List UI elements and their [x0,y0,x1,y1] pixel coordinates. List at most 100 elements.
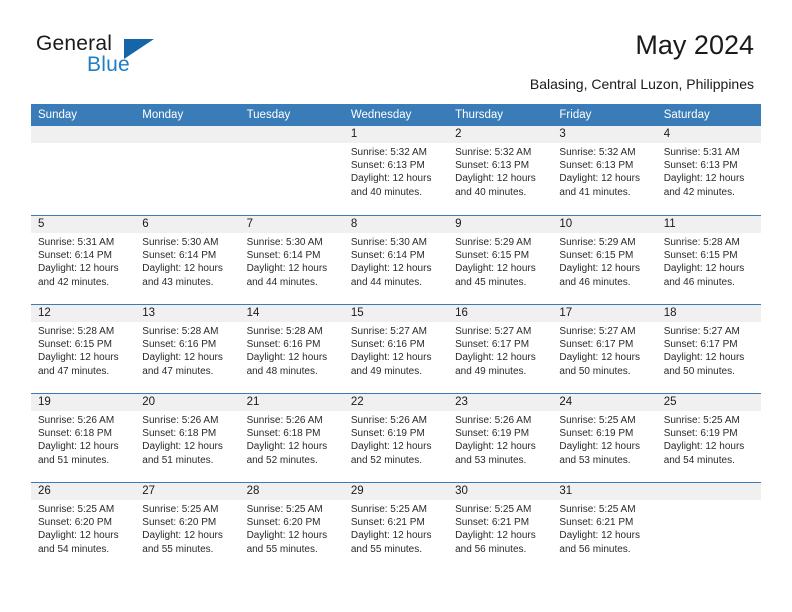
calendar-day-cell[interactable]: 19 Sunrise: 5:26 AM Sunset: 6:18 PM Dayligh… [31,394,136,482]
calendar-day-cell[interactable]: 30 Sunrise: 5:25 AM Sunset: 6:21 PM Dayligh… [448,483,553,571]
calendar-day-cell-empty [135,126,240,215]
calendar-day-cell[interactable]: 27 Sunrise: 5:25 AM Sunset: 6:20 PM Dayligh… [135,483,240,571]
sunset-text: Sunset: 6:15 PM [455,250,530,262]
day-details: Sunrise: 5:31 AM Sunset: 6:13 PM Daylight:… [657,143,761,199]
day-number: 16 [448,305,553,322]
calendar-day-cell[interactable]: 17 Sunrise: 5:27 AM Sunset: 6:17 PM Dayligh… [552,305,657,393]
daylight-text: Daylight: 12 hours and 55 minutes. [350,530,432,555]
day-details: Sunrise: 5:30 AM Sunset: 6:14 PM Daylight:… [135,233,239,289]
calendar-day-cell[interactable]: 5 Sunrise: 5:31 AM Sunset: 6:14 PM Daylight… [31,216,136,304]
day-details: Sunrise: 5:30 AM Sunset: 6:14 PM Daylight:… [344,233,448,289]
calendar-day-cell[interactable]: 7 Sunrise: 5:30 AM Sunset: 6:14 PM Daylight… [239,216,344,304]
day-number: 14 [239,305,344,322]
day-details: Sunrise: 5:26 AM Sunset: 6:18 PM Daylight:… [240,411,344,467]
calendar-day-cell[interactable]: 29 Sunrise: 5:25 AM Sunset: 6:21 PM Dayligh… [343,483,449,571]
sunrise-text: Sunrise: 5:30 AM [350,237,427,248]
calendar-day-cell[interactable]: 15 Sunrise: 5:27 AM Sunset: 6:16 PM Dayligh… [343,305,449,393]
calendar-day-cell[interactable]: 2 Sunrise: 5:32 AM Sunset: 6:13 PM Daylight… [448,126,553,215]
sunrise-text: Sunrise: 5:30 AM [246,237,323,248]
sunset-text: Sunset: 6:14 PM [350,250,425,262]
calendar-day-cell[interactable]: 25 Sunrise: 5:25 AM Sunset: 6:19 PM Dayligh… [656,394,761,482]
calendar-day-cell[interactable]: 21 Sunrise: 5:26 AM Sunset: 6:18 PM Dayligh… [239,394,344,482]
sunset-text: Sunset: 6:14 PM [142,250,217,262]
day-number [31,126,136,143]
sunrise-text: Sunrise: 5:25 AM [246,504,323,515]
daylight-text: Daylight: 12 hours and 40 minutes. [455,173,536,198]
sunset-text: Sunset: 6:16 PM [350,339,425,351]
day-number: 31 [552,483,657,500]
daylight-text: Daylight: 12 hours and 44 minutes. [246,263,328,288]
day-details: Sunrise: 5:31 AM Sunset: 6:14 PM Daylight:… [31,233,135,289]
day-details: Sunrise: 5:26 AM Sunset: 6:18 PM Daylight:… [135,411,239,467]
day-number: 30 [448,483,553,500]
calendar-day-cell[interactable]: 1 Sunrise: 5:32 AM Sunset: 6:13 PM Daylight… [343,126,449,215]
day-details: Sunrise: 5:25 AM Sunset: 6:19 PM Daylight:… [552,411,656,467]
daylight-text: Daylight: 12 hours and 44 minutes. [350,263,432,288]
day-details: Sunrise: 5:28 AM Sunset: 6:15 PM Daylight:… [657,233,761,289]
sunrise-text: Sunrise: 5:25 AM [663,415,740,426]
sunset-text: Sunset: 6:14 PM [38,250,112,262]
daylight-text: Daylight: 12 hours and 49 minutes. [350,352,432,377]
calendar-day-cell[interactable]: 22 Sunrise: 5:26 AM Sunset: 6:19 PM Dayligh… [343,394,449,482]
daylight-text: Daylight: 12 hours and 55 minutes. [142,530,223,555]
calendar-day-cell[interactable]: 6 Sunrise: 5:30 AM Sunset: 6:14 PM Daylight… [135,216,240,304]
calendar-day-cell[interactable]: 12 Sunrise: 5:28 AM Sunset: 6:15 PM Dayligh… [31,305,136,393]
sunset-text: Sunset: 6:19 PM [350,428,425,440]
calendar-day-cell[interactable]: 11 Sunrise: 5:28 AM Sunset: 6:15 PM Dayligh… [656,216,761,304]
sunset-text: Sunset: 6:20 PM [38,517,112,529]
sunrise-text: Sunrise: 5:32 AM [559,147,636,158]
daylight-text: Daylight: 12 hours and 52 minutes. [350,441,432,466]
day-number: 4 [656,126,761,143]
sunrise-text: Sunrise: 5:27 AM [663,326,740,337]
calendar-day-cell[interactable]: 23 Sunrise: 5:26 AM Sunset: 6:19 PM Dayligh… [448,394,553,482]
daylight-text: Daylight: 12 hours and 47 minutes. [38,352,119,377]
day-details: Sunrise: 5:28 AM Sunset: 6:15 PM Daylight:… [31,322,135,378]
day-number: 25 [656,394,761,411]
generalblue-logo[interactable]: General Blue [36,32,166,84]
day-number: 12 [31,305,136,322]
daylight-text: Daylight: 12 hours and 51 minutes. [142,441,223,466]
day-number: 21 [239,394,344,411]
calendar-day-cell[interactable]: 3 Sunrise: 5:32 AM Sunset: 6:13 PM Daylight… [552,126,657,215]
calendar-day-cell[interactable]: 4 Sunrise: 5:31 AM Sunset: 6:13 PM Daylight… [656,126,761,215]
calendar-day-cell[interactable]: 16 Sunrise: 5:27 AM Sunset: 6:17 PM Dayligh… [448,305,553,393]
sunset-text: Sunset: 6:21 PM [455,517,530,529]
day-number: 2 [448,126,553,143]
calendar-day-cell[interactable]: 18 Sunrise: 5:27 AM Sunset: 6:17 PM Dayligh… [656,305,761,393]
calendar-week-row: 5 Sunrise: 5:31 AM Sunset: 6:14 PM Daylight… [31,215,761,304]
sunset-text: Sunset: 6:16 PM [246,339,321,351]
day-details: Sunrise: 5:27 AM Sunset: 6:17 PM Daylight:… [657,322,761,378]
calendar-day-cell[interactable]: 24 Sunrise: 5:25 AM Sunset: 6:19 PM Dayligh… [552,394,657,482]
daylight-text: Daylight: 12 hours and 42 minutes. [663,173,745,198]
calendar-day-cell[interactable]: 8 Sunrise: 5:30 AM Sunset: 6:14 PM Daylight… [343,216,449,304]
sunrise-text: Sunrise: 5:25 AM [38,504,115,515]
daylight-text: Daylight: 12 hours and 46 minutes. [663,263,745,288]
day-number [135,126,240,143]
day-details: Sunrise: 5:26 AM Sunset: 6:18 PM Daylight:… [31,411,135,467]
calendar-day-cell[interactable]: 28 Sunrise: 5:25 AM Sunset: 6:20 PM Dayligh… [239,483,344,571]
sunset-text: Sunset: 6:13 PM [663,160,738,172]
day-details: Sunrise: 5:28 AM Sunset: 6:16 PM Daylight:… [240,322,344,378]
calendar-weeks: 1 Sunrise: 5:32 AM Sunset: 6:13 PM Daylight… [31,126,761,571]
weekday-header-friday: Friday [559,109,592,121]
calendar-day-cell[interactable]: 20 Sunrise: 5:26 AM Sunset: 6:18 PM Dayligh… [135,394,240,482]
page-header: General Blue May 2024 Balasing, Central … [0,0,792,100]
day-details: Sunrise: 5:32 AM Sunset: 6:13 PM Daylight:… [552,143,656,199]
day-number: 24 [552,394,657,411]
weekday-header-saturday: Saturday [663,109,710,121]
calendar-day-cell[interactable]: 26 Sunrise: 5:25 AM Sunset: 6:20 PM Dayligh… [31,483,136,571]
calendar-day-cell[interactable]: 14 Sunrise: 5:28 AM Sunset: 6:16 PM Dayligh… [239,305,344,393]
day-details: Sunrise: 5:25 AM Sunset: 6:20 PM Daylight:… [31,500,135,556]
day-number: 7 [239,216,344,233]
calendar-day-cell[interactable]: 31 Sunrise: 5:25 AM Sunset: 6:21 PM Dayligh… [552,483,657,571]
day-number: 20 [135,394,240,411]
sunset-text: Sunset: 6:18 PM [38,428,112,440]
day-number: 28 [239,483,344,500]
calendar-day-cell[interactable]: 10 Sunrise: 5:29 AM Sunset: 6:15 PM Dayligh… [552,216,657,304]
calendar-day-cell[interactable]: 13 Sunrise: 5:28 AM Sunset: 6:16 PM Dayligh… [135,305,240,393]
calendar-day-cell[interactable]: 9 Sunrise: 5:29 AM Sunset: 6:15 PM Daylight… [448,216,553,304]
sunrise-text: Sunrise: 5:31 AM [38,237,115,248]
sunset-text: Sunset: 6:13 PM [559,160,634,172]
sunset-text: Sunset: 6:15 PM [38,339,112,351]
sunset-text: Sunset: 6:20 PM [142,517,217,529]
